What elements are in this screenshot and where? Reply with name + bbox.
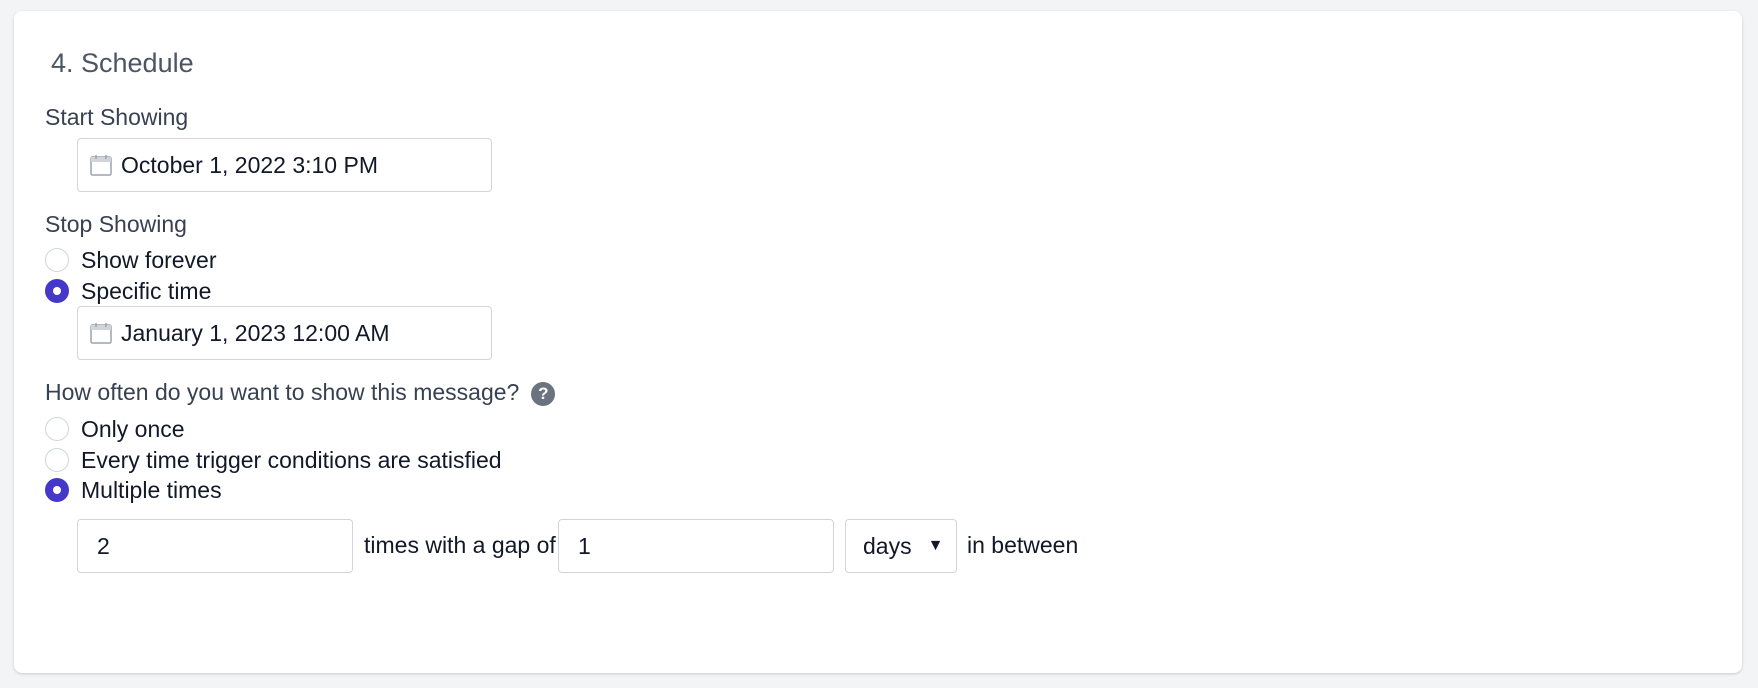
- radio-label: Every time trigger conditions are satisf…: [81, 447, 502, 473]
- times-with-gap-text: times with a gap of: [364, 532, 556, 558]
- start-date-value: October 1, 2022 3:10 PM: [121, 152, 378, 178]
- calendar-icon: [90, 323, 112, 344]
- start-showing-label: Start Showing: [45, 104, 189, 130]
- section-title: 4. Schedule: [51, 48, 194, 78]
- radio-label: Multiple times: [81, 477, 222, 503]
- radio-button[interactable]: [45, 448, 69, 472]
- chevron-down-icon: ▼: [927, 537, 944, 554]
- gap-unit-select[interactable]: days ▼: [845, 519, 957, 573]
- start-date-picker[interactable]: October 1, 2022 3:10 PM: [77, 138, 492, 192]
- radio-button-checked[interactable]: [45, 478, 69, 502]
- gap-unit-value: days: [863, 532, 912, 559]
- radio-show-forever[interactable]: Show forever: [45, 245, 217, 275]
- schedule-card: 4. Schedule Start Showing October 1, 202…: [14, 11, 1742, 673]
- radio-label: Only once: [81, 416, 185, 442]
- frequency-label: How often do you want to show this messa…: [45, 377, 556, 407]
- radio-button-checked[interactable]: [45, 279, 69, 303]
- stop-date-value: January 1, 2023 12:00 AM: [121, 320, 390, 346]
- help-icon[interactable]: ?: [531, 381, 556, 406]
- in-between-text: in between: [967, 532, 1079, 558]
- radio-multiple-times[interactable]: Multiple times: [45, 475, 222, 505]
- radio-label: Show forever: [81, 247, 217, 273]
- radio-button[interactable]: [45, 417, 69, 441]
- radio-label: Specific time: [81, 278, 212, 304]
- times-input[interactable]: 2: [77, 519, 353, 573]
- stop-showing-label: Stop Showing: [45, 211, 187, 237]
- calendar-icon: [90, 155, 112, 176]
- radio-specific-time[interactable]: Specific time: [45, 276, 211, 306]
- frequency-question: How often do you want to show this messa…: [45, 379, 520, 405]
- gap-input[interactable]: 1: [558, 519, 834, 573]
- radio-every-time[interactable]: Every time trigger conditions are satisf…: [45, 445, 502, 475]
- radio-button[interactable]: [45, 248, 69, 272]
- radio-only-once[interactable]: Only once: [45, 414, 185, 444]
- stop-date-picker[interactable]: January 1, 2023 12:00 AM: [77, 306, 492, 360]
